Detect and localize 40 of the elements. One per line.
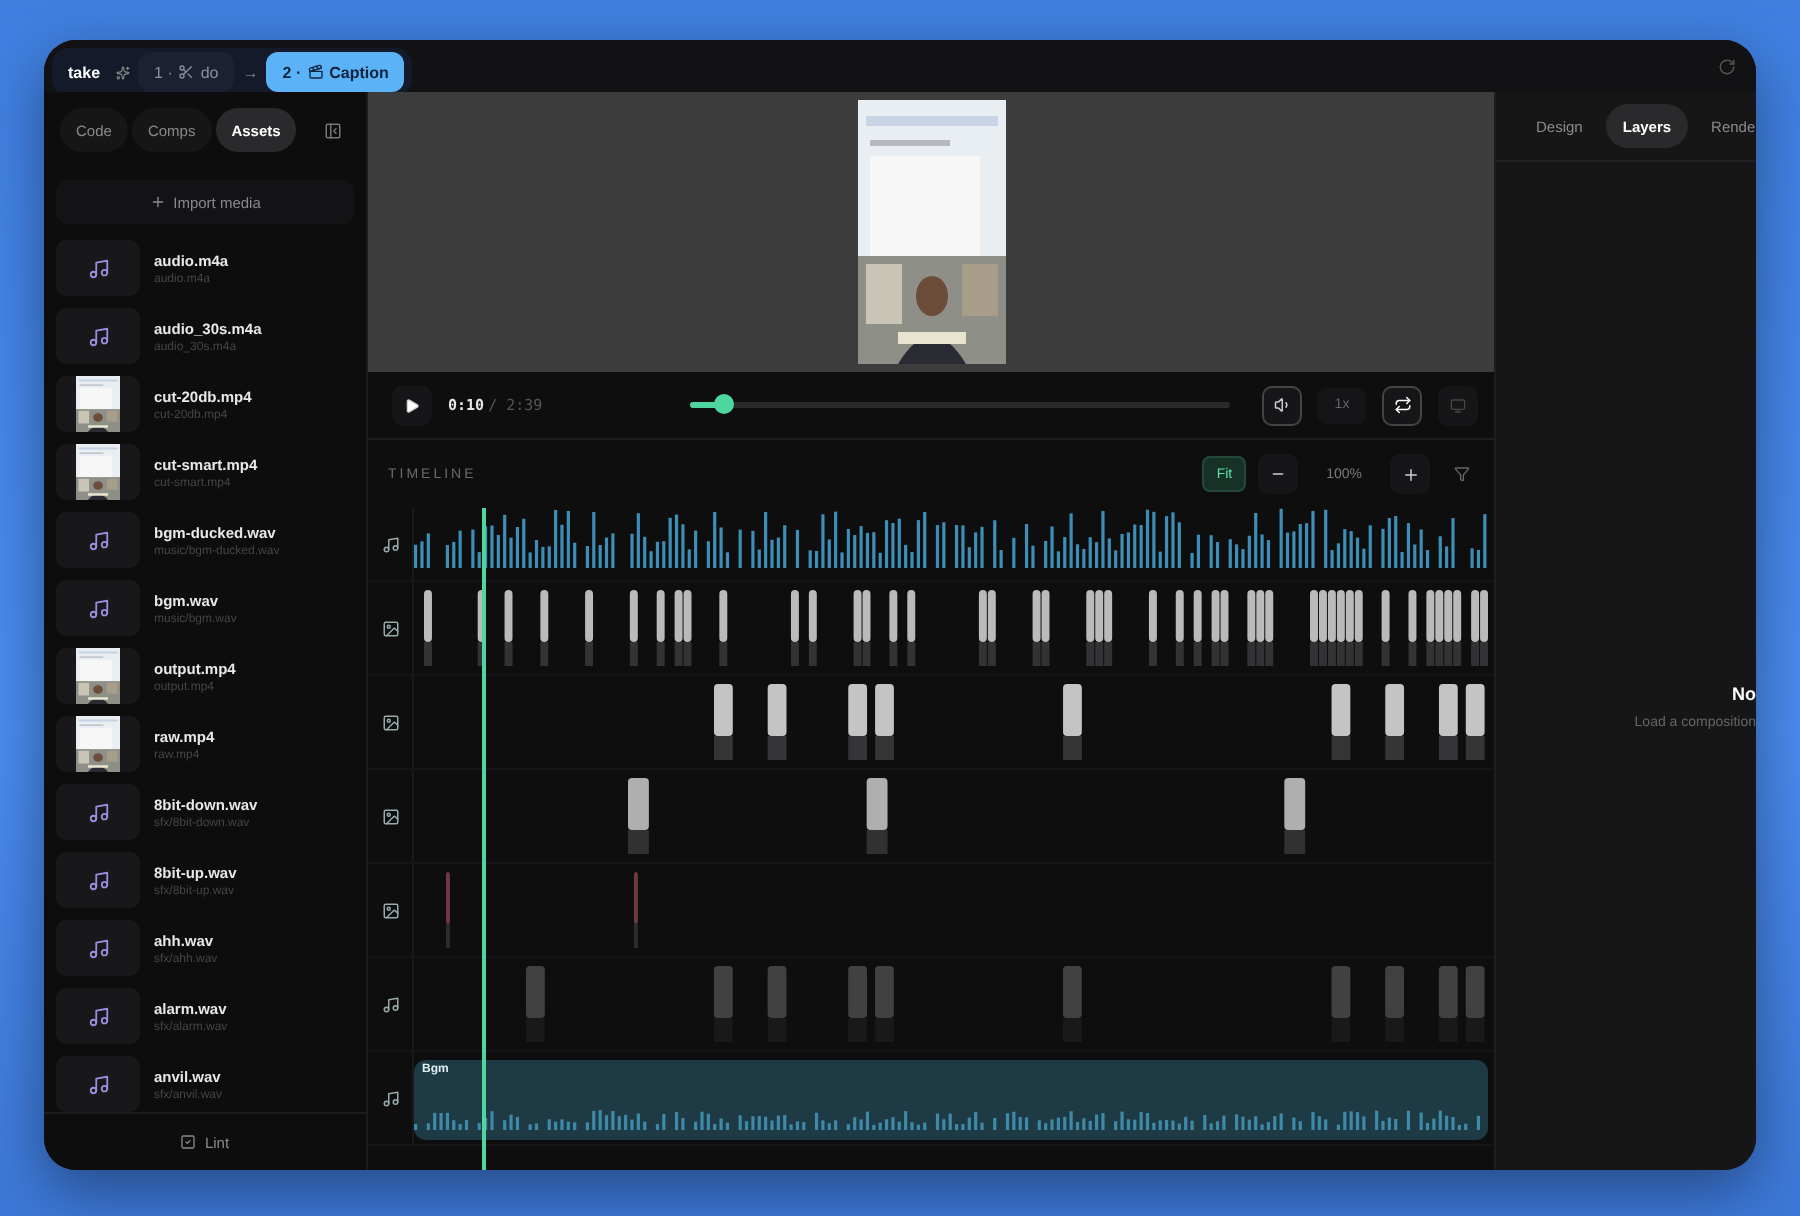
music-icon xyxy=(87,529,109,551)
loop-icon xyxy=(1393,396,1411,415)
playhead[interactable] xyxy=(482,508,487,1170)
music-icon xyxy=(381,1089,399,1107)
filter-icon[interactable] xyxy=(1454,466,1470,483)
empty-title: No xyxy=(1732,683,1756,703)
music-icon xyxy=(381,995,399,1013)
music-icon xyxy=(87,257,109,279)
refresh-icon[interactable] xyxy=(1718,57,1736,75)
image-icon xyxy=(381,619,399,637)
image-icon xyxy=(381,901,399,919)
image-icon xyxy=(381,807,399,825)
speaker-icon xyxy=(1273,396,1291,415)
monitor-icon xyxy=(1450,397,1466,414)
clapperboard-icon xyxy=(307,64,324,80)
step-pill[interactable]: 2 · Caption xyxy=(266,52,405,92)
plus-icon xyxy=(149,194,166,210)
music-icon xyxy=(87,937,109,959)
step-pill[interactable]: 1 · do xyxy=(138,52,235,92)
music-icon xyxy=(87,801,109,823)
music-icon xyxy=(87,597,109,619)
music-icon xyxy=(381,535,399,553)
plus-icon xyxy=(1401,465,1419,484)
play-icon xyxy=(404,397,420,414)
music-icon xyxy=(87,869,109,891)
zoom-in-button[interactable] xyxy=(1390,454,1430,495)
music-icon xyxy=(87,1005,109,1027)
play-button[interactable] xyxy=(392,385,432,426)
arrow-separator: → xyxy=(242,63,259,81)
sparkle-icon xyxy=(116,65,131,79)
music-icon xyxy=(87,1073,109,1095)
image-icon xyxy=(381,713,399,731)
loop-button[interactable] xyxy=(1382,385,1422,426)
checkbox-icon xyxy=(180,1134,197,1150)
project-name: take xyxy=(66,63,103,81)
volume-button[interactable] xyxy=(1262,385,1302,426)
sidebar-toggle-icon xyxy=(324,121,342,139)
music-icon xyxy=(87,325,109,347)
scissors-icon xyxy=(178,64,195,80)
seek-thumb[interactable] xyxy=(714,394,735,415)
